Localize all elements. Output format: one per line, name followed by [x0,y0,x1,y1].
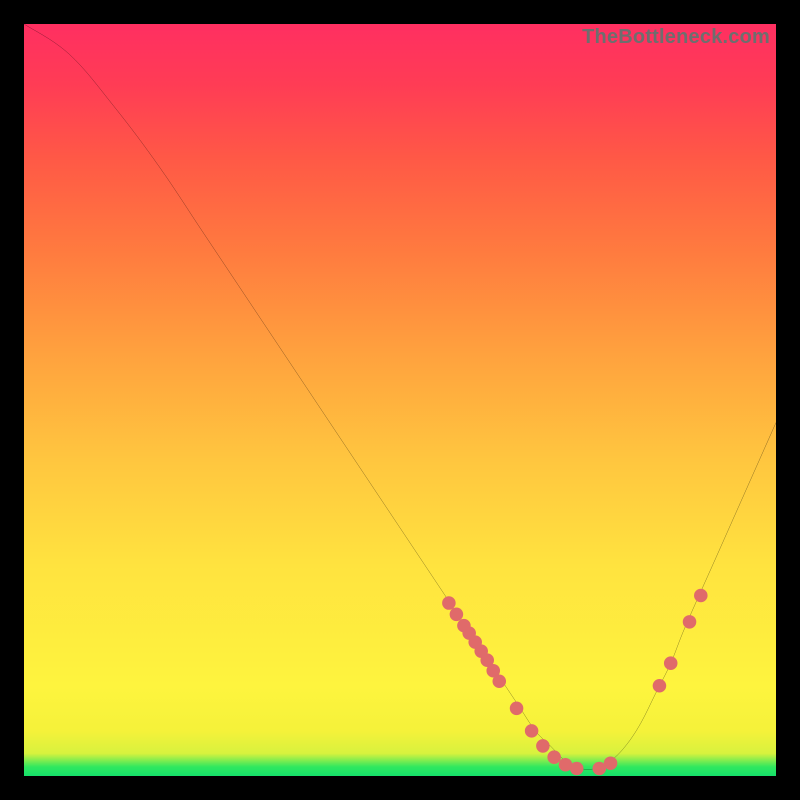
data-marker [492,674,506,688]
data-marker [510,702,524,716]
data-marker [664,656,678,670]
data-marker [547,750,561,764]
data-marker [653,679,667,693]
chart-frame: TheBottleneck.com [24,24,776,776]
data-marker [450,608,464,622]
data-marker [536,739,550,753]
watermark-text: TheBottleneck.com [582,26,770,49]
chart-svg [24,24,776,776]
data-marker [525,724,539,738]
data-marker [694,589,708,603]
bottleneck-curve [24,24,776,769]
data-marker [604,756,618,770]
curve-markers [442,589,707,775]
data-marker [683,615,697,629]
plot-area: TheBottleneck.com [24,24,776,776]
data-marker [570,762,584,776]
data-marker [442,596,456,610]
